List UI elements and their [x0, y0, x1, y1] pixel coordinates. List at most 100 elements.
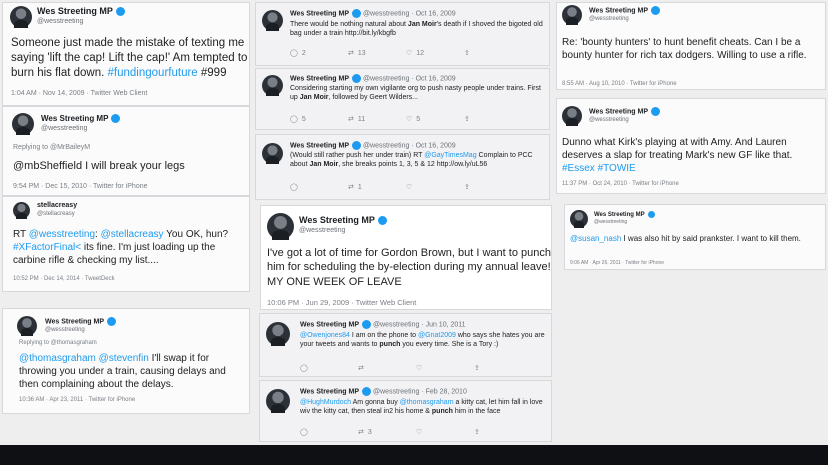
author-name: Wes Streeting MP @wesstreeting · Jun 10,…: [300, 320, 466, 329]
tweet-card-9: Wes Streeting MP @wesstreeting · Jun 10,…: [259, 313, 552, 377]
author-name: Wes Streeting MP: [589, 107, 660, 116]
reply-icon: ◯: [290, 50, 298, 57]
author-name: Wes Streeting MP: [589, 6, 660, 15]
author-handle: @wesstreeting · Jun 10, 2011: [372, 321, 466, 329]
mention[interactable]: @stellacreasy: [101, 229, 164, 240]
tweet-card-12: Wes Streeting MP @wesstreeting Dunno wha…: [556, 98, 826, 194]
tweet-card-7: Wes Streeting MP @wesstreeting · Oct 16,…: [255, 134, 550, 200]
share-button[interactable]: ⇪: [474, 428, 532, 436]
avatar: [562, 5, 582, 25]
mention[interactable]: @stevenfin: [99, 353, 149, 364]
retweet-button[interactable]: ⇄ 13: [348, 49, 406, 58]
share-button[interactable]: ⇪: [464, 183, 522, 191]
mention[interactable]: @susan_nash: [570, 234, 621, 243]
author-name: Wes Streeting MP @wesstreeting · Feb 28,…: [300, 387, 467, 396]
mention[interactable]: @Gnat2009: [418, 332, 456, 339]
hashtag[interactable]: #XFactorFinal<: [13, 242, 81, 253]
replying-to: Replying to @thomasgraham: [19, 340, 97, 346]
mention[interactable]: @thomasgraham: [400, 399, 454, 406]
reply-button[interactable]: ◯: [290, 183, 348, 191]
reply-icon: ◯: [290, 184, 298, 191]
author-handle: @wesstreeting · Oct 16, 2009: [362, 10, 456, 18]
author-handle: @wesstreeting: [594, 219, 628, 225]
tweet-meta: 9:54 PM · Dec 15, 2010 · Twitter for iPh…: [13, 183, 148, 190]
mention[interactable]: @GayTimesMag: [424, 152, 476, 159]
tweet-actions: ◯ ⇄ 3 ♡ ⇪: [300, 428, 532, 437]
author-name: Wes Streeting MP @wesstreeting · Oct 16,…: [290, 9, 456, 18]
verified-badge-icon: [362, 387, 371, 396]
tweet-collage: Wes Streeting MP @wesstreeting Someone j…: [0, 0, 828, 445]
share-button[interactable]: ⇪: [474, 364, 532, 372]
like-button[interactable]: ♡ 5: [406, 115, 464, 124]
verified-badge-icon: [362, 320, 371, 329]
mention[interactable]: @HughMurdoch: [300, 399, 351, 406]
avatar: [266, 322, 290, 346]
verified-badge-icon: [352, 74, 361, 83]
avatar: [262, 10, 283, 31]
author-handle: @wesstreeting: [299, 227, 346, 234]
tweet-text: (Would still rather push her under train…: [290, 152, 533, 169]
like-button[interactable]: ♡: [416, 364, 474, 372]
like-icon: ♡: [406, 184, 413, 191]
retweet-button[interactable]: ⇄ 1: [348, 183, 406, 192]
like-button[interactable]: ♡: [416, 428, 474, 436]
author-handle: @wesstreeting: [37, 18, 84, 25]
reply-button[interactable]: ◯ 2: [290, 49, 348, 58]
mention[interactable]: @Owenjones84: [300, 332, 350, 339]
mention[interactable]: @thomasgraham: [19, 353, 96, 364]
reply-button[interactable]: ◯ 5: [290, 115, 348, 124]
retweet-icon: ⇄: [348, 184, 354, 191]
verified-badge-icon: [651, 6, 660, 15]
hashtag[interactable]: #fundingourfuture: [108, 67, 198, 79]
avatar: [10, 6, 32, 28]
author-handle: @wesstreeting · Feb 28, 2010: [372, 388, 467, 396]
tweet-text: @Owenjones84 I am on the phone to @Gnat2…: [300, 332, 545, 349]
mention[interactable]: @wesstreeting: [29, 229, 95, 240]
like-button[interactable]: ♡: [406, 183, 464, 191]
tweet-card-3: stellacreasy @stellacreasy RT @wesstreet…: [2, 196, 250, 292]
tweet-card-11: Wes Streeting MP @wesstreeting Re: 'boun…: [556, 2, 826, 90]
like-button[interactable]: ♡ 12: [406, 49, 464, 58]
avatar: [570, 210, 588, 229]
reply-button[interactable]: ◯: [300, 428, 358, 436]
reply-icon: ◯: [290, 116, 298, 123]
share-icon: ⇪: [464, 184, 470, 191]
tweet-actions: ◯ 5 ⇄ 11 ♡ 5 ⇪: [290, 115, 522, 124]
reply-button[interactable]: ◯: [300, 364, 358, 372]
tweet-text: @mbSheffield I will break your legs: [13, 160, 185, 172]
tweet-meta: 8:55 AM · Aug 10, 2010 · Twitter for iPh…: [562, 81, 677, 87]
author-name: Wes Streeting MP: [594, 211, 655, 218]
reply-icon: ◯: [300, 429, 308, 436]
tweet-meta: 10:36 AM · Apr 23, 2011 · Twitter for iP…: [19, 397, 136, 403]
hashtag[interactable]: #Essex #TOWIE: [562, 163, 636, 174]
author-handle: @wesstreeting · Oct 16, 2009: [362, 75, 456, 83]
tweet-meta: 9:06 AM · Apr 26, 2011 · Twitter for iPh…: [570, 260, 665, 266]
share-icon: ⇪: [474, 429, 480, 436]
author-name: Wes Streeting MP: [299, 215, 387, 226]
tweet-text: I've got a lot of time for Gordon Brown,…: [267, 247, 551, 288]
retweet-icon: ⇄: [348, 116, 354, 123]
tweet-text: Considering starting my own vigilante or…: [290, 85, 541, 102]
author-handle: @wesstreeting: [589, 117, 629, 123]
verified-badge-icon: [651, 107, 660, 116]
author-name: stellacreasy: [37, 202, 78, 209]
tweet-meta: 11:37 PM · Oct 24, 2010 · Twitter for iP…: [562, 181, 679, 187]
verified-badge-icon: [352, 141, 361, 150]
replying-to: Replying to @MrBaileyM: [13, 144, 91, 151]
share-button[interactable]: ⇪: [464, 115, 522, 123]
like-icon: ♡: [406, 50, 413, 57]
share-button[interactable]: ⇪: [464, 49, 522, 57]
verified-badge-icon: [115, 7, 125, 17]
retweet-button[interactable]: ⇄: [358, 364, 416, 372]
share-icon: ⇪: [464, 50, 470, 57]
retweet-icon: ⇄: [358, 365, 364, 372]
like-icon: ♡: [416, 429, 423, 436]
like-icon: ♡: [416, 365, 423, 372]
avatar: [13, 202, 30, 220]
author-name: Wes Streeting MP: [45, 317, 116, 326]
retweet-button[interactable]: ⇄ 3: [358, 428, 416, 437]
verified-badge-icon: [377, 216, 387, 226]
author-name: Wes Streeting MP @wesstreeting · Oct 16,…: [290, 141, 456, 150]
retweet-button[interactable]: ⇄ 11: [348, 115, 406, 124]
verified-badge-icon: [111, 114, 121, 124]
